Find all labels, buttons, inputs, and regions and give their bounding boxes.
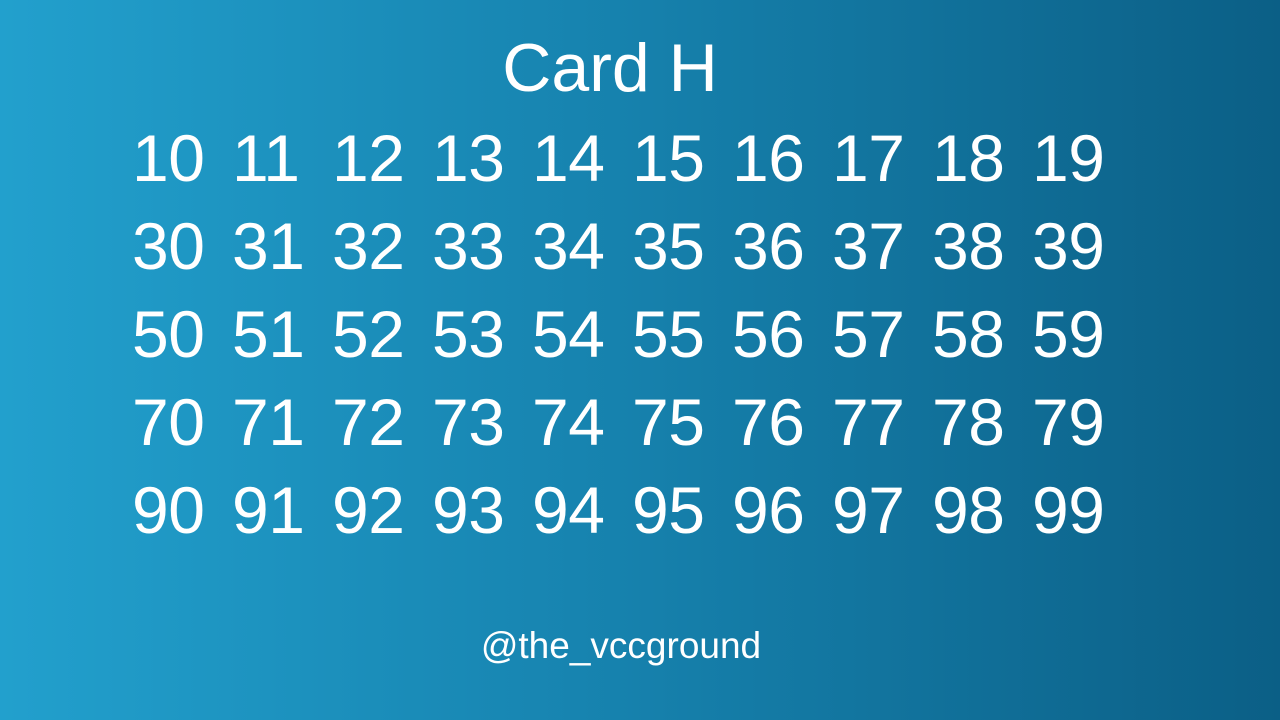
number-cell: 16 xyxy=(732,121,805,195)
number-cell: 94 xyxy=(532,473,605,547)
number-cell: 15 xyxy=(632,121,705,195)
number-cell: 96 xyxy=(732,473,805,547)
number-cell: 53 xyxy=(432,297,505,371)
number-cell: 52 xyxy=(332,297,405,371)
number-row: 30 31 32 33 34 35 36 37 38 39 xyxy=(132,202,1132,290)
number-row: 50 51 52 53 54 55 56 57 58 59 xyxy=(132,290,1132,378)
number-cell: 36 xyxy=(732,209,805,283)
number-cell: 97 xyxy=(832,473,905,547)
number-cell: 51 xyxy=(232,297,305,371)
number-row: 10 11 12 13 14 15 16 17 18 19 xyxy=(132,114,1132,202)
number-cell: 58 xyxy=(932,297,1005,371)
number-cell: 34 xyxy=(532,209,605,283)
number-row: 70 71 72 73 74 75 76 77 78 79 xyxy=(132,378,1132,466)
number-cell: 12 xyxy=(332,121,405,195)
number-cell: 31 xyxy=(232,209,305,283)
number-cell: 55 xyxy=(632,297,705,371)
number-cell: 33 xyxy=(432,209,505,283)
number-cell: 17 xyxy=(832,121,905,195)
number-cell: 70 xyxy=(132,385,205,459)
number-cell: 14 xyxy=(532,121,605,195)
number-cell: 38 xyxy=(932,209,1005,283)
number-cell: 76 xyxy=(732,385,805,459)
number-cell: 56 xyxy=(732,297,805,371)
number-cell: 75 xyxy=(632,385,705,459)
number-cell: 30 xyxy=(132,209,205,283)
number-cell: 98 xyxy=(932,473,1005,547)
number-cell: 59 xyxy=(1032,297,1105,371)
number-cell: 54 xyxy=(532,297,605,371)
number-cell: 95 xyxy=(632,473,705,547)
number-cell: 39 xyxy=(1032,209,1105,283)
number-cell: 99 xyxy=(1032,473,1105,547)
social-handle: @the_vccground xyxy=(480,625,762,666)
number-cell: 35 xyxy=(632,209,705,283)
number-cell: 93 xyxy=(432,473,505,547)
number-cell: 18 xyxy=(932,121,1005,195)
number-cell: 10 xyxy=(132,121,205,195)
number-cell: 91 xyxy=(232,473,305,547)
number-cell: 57 xyxy=(832,297,905,371)
card-title: Card H xyxy=(502,30,718,106)
number-cell: 50 xyxy=(132,297,205,371)
number-cell: 37 xyxy=(832,209,905,283)
number-grid: 10 11 12 13 14 15 16 17 18 19 30 31 32 3… xyxy=(132,114,1132,554)
number-cell: 11 xyxy=(232,121,300,195)
number-cell: 71 xyxy=(232,385,305,459)
number-cell: 79 xyxy=(1032,385,1105,459)
number-cell: 74 xyxy=(532,385,605,459)
number-row: 90 91 92 93 94 95 96 97 98 99 xyxy=(132,466,1132,554)
number-cell: 19 xyxy=(1032,121,1105,195)
number-cell: 92 xyxy=(332,473,405,547)
number-cell: 32 xyxy=(332,209,405,283)
number-cell: 73 xyxy=(432,385,505,459)
number-cell: 78 xyxy=(932,385,1005,459)
number-cell: 77 xyxy=(832,385,905,459)
number-cell: 13 xyxy=(432,121,505,195)
number-cell: 90 xyxy=(132,473,205,547)
number-cell: 72 xyxy=(332,385,405,459)
